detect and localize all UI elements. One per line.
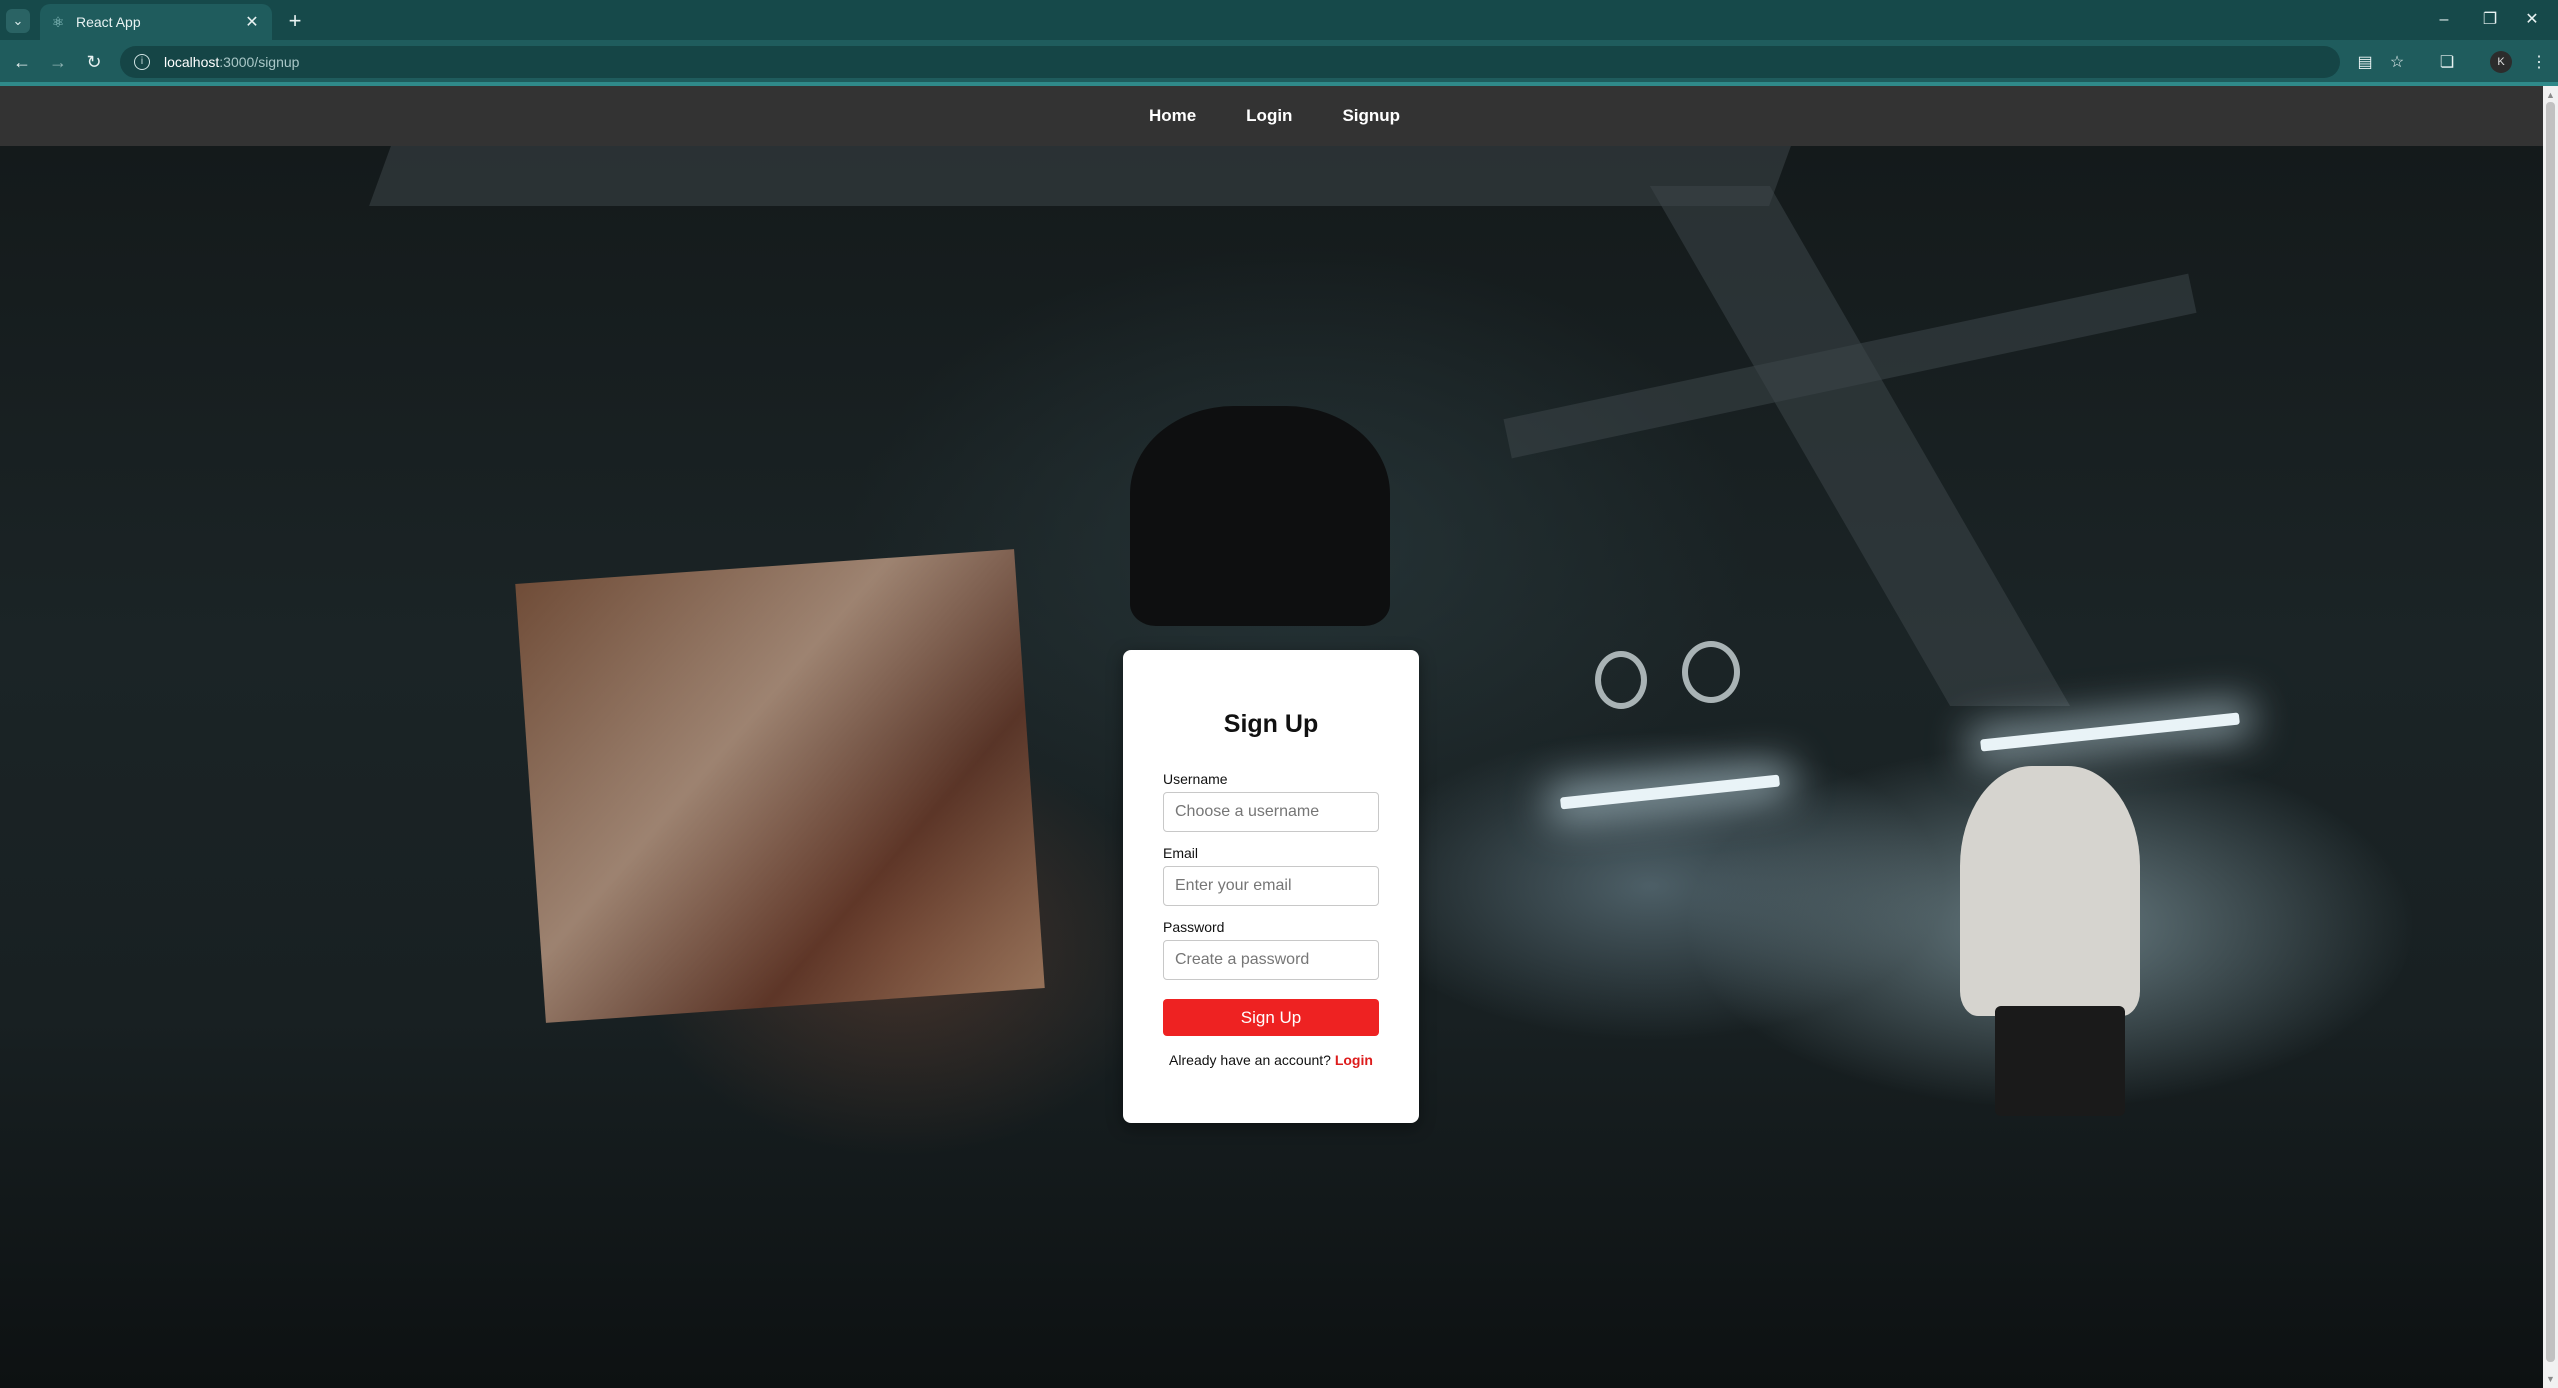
athlete-figure — [1130, 406, 1390, 626]
site-navbar: Home Login Signup — [0, 86, 2543, 146]
url-path: :3000/signup — [219, 54, 300, 70]
scroll-up-icon[interactable]: ▲ — [2546, 90, 2555, 100]
ceiling-beam — [1649, 186, 2071, 706]
password-input[interactable] — [1163, 940, 1379, 980]
browser-toolbar: ← → ↻ i localhost:3000/signup ▤ ☆ ❏ ⋮ — [0, 40, 2558, 84]
ceiling-beam — [369, 146, 1791, 206]
athlete-figure — [1995, 1006, 2125, 1116]
login-prompt-text: Already have an account? — [1169, 1052, 1331, 1068]
scrollbar-thumb[interactable] — [2546, 102, 2555, 1362]
login-link[interactable]: Login — [1335, 1052, 1373, 1068]
scroll-down-icon[interactable]: ▼ — [2546, 1374, 2555, 1384]
info-icon[interactable]: i — [134, 54, 150, 70]
arrow-left-icon[interactable]: ← — [8, 48, 36, 76]
nav-link-home[interactable]: Home — [1143, 106, 1196, 126]
restore-icon[interactable]: ❐ — [2468, 6, 2512, 34]
email-input[interactable] — [1163, 866, 1379, 906]
close-icon[interactable]: ✕ — [242, 12, 262, 32]
react-icon: ⚛ — [51, 14, 65, 30]
password-label: Password — [1163, 919, 1225, 935]
reload-icon[interactable]: ↻ — [80, 48, 108, 76]
puzzle-icon[interactable]: ❏ — [2436, 52, 2458, 74]
athlete-figure — [1960, 766, 2140, 1016]
username-label: Username — [1163, 771, 1228, 787]
ceiling-light — [1980, 712, 2240, 752]
minimize-icon[interactable]: – — [2422, 6, 2466, 34]
address-bar[interactable]: i localhost:3000/signup — [120, 46, 2340, 78]
page-scrollbar[interactable]: ▲ ▼ — [2543, 86, 2558, 1388]
signup-title: Sign Up — [1223, 710, 1319, 738]
page-viewport: Home Login Signup Sign Up Username Email… — [0, 86, 2543, 1388]
nav-link-login[interactable]: Login — [1240, 106, 1292, 126]
arrow-right-icon[interactable]: → — [44, 48, 72, 76]
install-app-icon[interactable]: ▤ — [2354, 52, 2376, 74]
ceiling-light — [1559, 774, 1781, 810]
wall-posters — [515, 549, 1045, 1023]
chevron-down-icon[interactable]: ⌄ — [6, 9, 30, 33]
signup-button[interactable]: Sign Up — [1163, 999, 1379, 1036]
avatar[interactable]: K — [2490, 51, 2512, 73]
browser-tab[interactable]: ⚛ React App ✕ — [40, 4, 272, 40]
plus-icon[interactable]: + — [282, 8, 308, 34]
username-input[interactable] — [1163, 792, 1379, 832]
tab-title: React App — [76, 14, 141, 30]
kebab-menu-icon[interactable]: ⋮ — [2528, 52, 2550, 74]
nav-link-signup[interactable]: Signup — [1336, 106, 1400, 126]
url-host: localhost — [164, 54, 220, 70]
email-label: Email — [1163, 845, 1199, 861]
window-close-icon[interactable]: ✕ — [2510, 6, 2554, 34]
star-icon[interactable]: ☆ — [2386, 52, 2408, 74]
signup-card: Sign Up Username Email Password Sign Up … — [1123, 650, 1419, 1123]
login-prompt: Already have an account? Login — [1123, 1052, 1419, 1068]
browser-tab-bar: ⌄ ⚛ React App ✕ + – ❐ ✕ — [0, 0, 2558, 40]
gym-ring — [1595, 651, 1647, 709]
gym-ring — [1682, 641, 1740, 703]
